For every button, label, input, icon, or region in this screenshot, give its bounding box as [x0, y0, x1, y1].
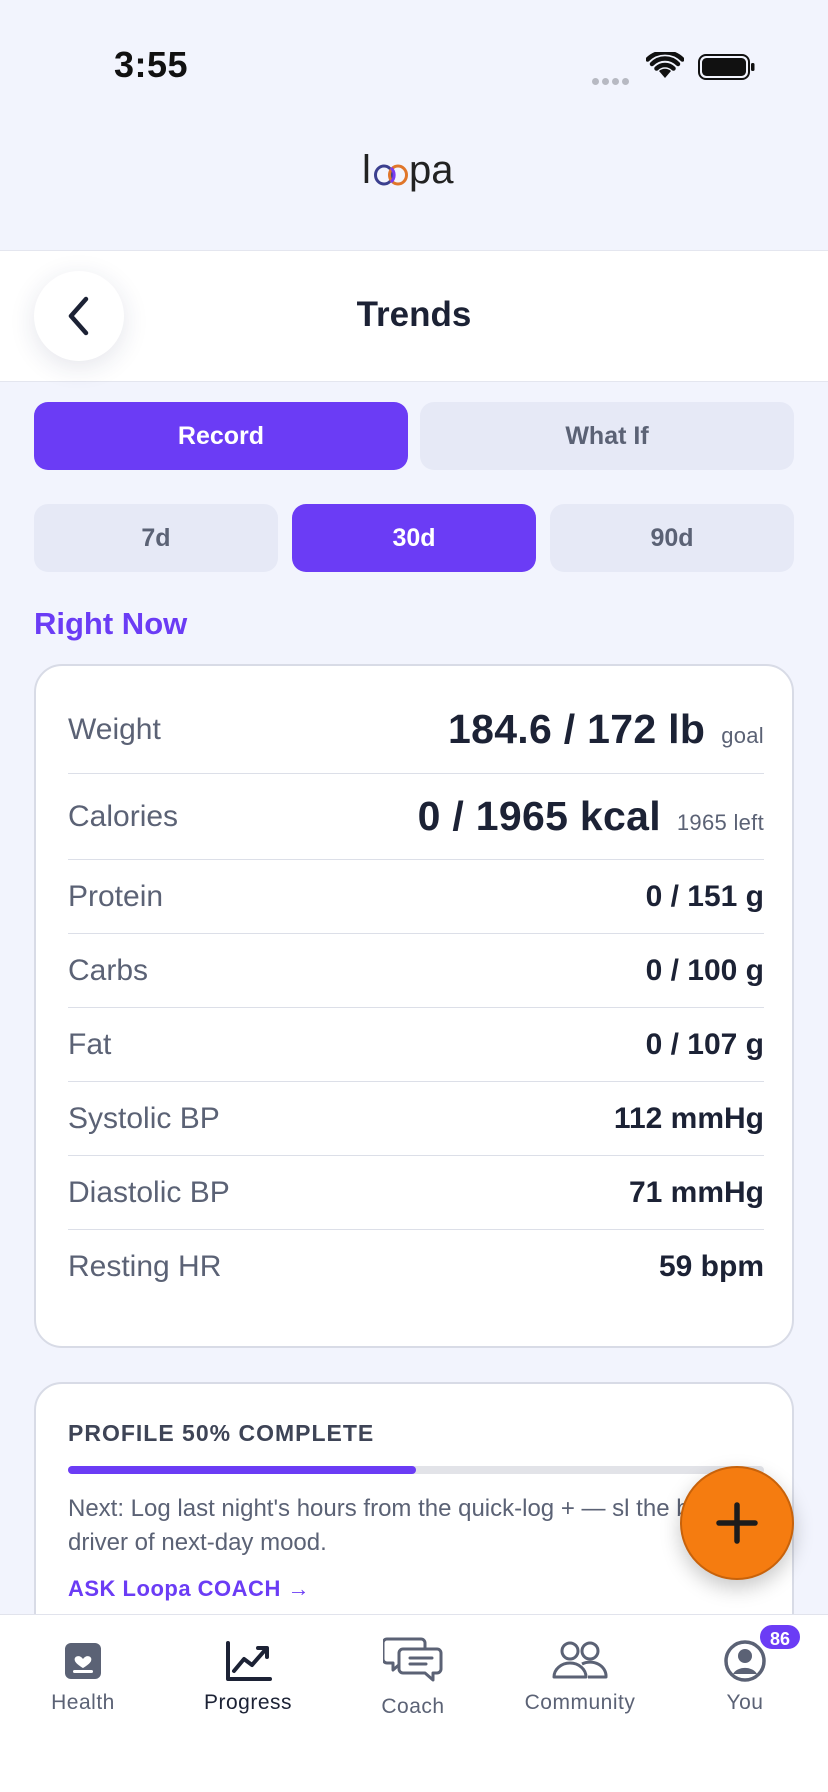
- tab-label: Coach: [381, 1695, 445, 1718]
- metric-value: 59 bpm: [658, 1250, 764, 1283]
- metric-row-resting-hr: Resting HR 59 bpm: [68, 1230, 764, 1304]
- metric-label: Calories: [68, 799, 179, 833]
- metrics-card: Weight 184.6 / 172 lb goal Calories 0 / 1…: [34, 664, 794, 1348]
- metric-label: Systolic BP: [68, 1101, 220, 1135]
- metric-label: Resting HR: [68, 1250, 222, 1283]
- metric-value: 112 mmHg: [613, 1101, 764, 1135]
- app-logo: l pa loopa: [0, 148, 828, 211]
- tab-coach[interactable]: Coach: [330, 1615, 496, 1745]
- metric-value-text: 184.6 / 172 lb: [447, 706, 706, 752]
- notification-badge: 86: [758, 1623, 802, 1651]
- metric-row-diastolic-bp: Diastolic BP 71 mmHg: [68, 1156, 764, 1230]
- tab-record[interactable]: Record: [34, 402, 408, 470]
- metric-value: 0 / 151 g: [645, 879, 764, 913]
- metric-row-protein: Protein 0 / 151 g: [68, 860, 764, 934]
- health-icon: [65, 1643, 101, 1679]
- status-bar: 3:55: [0, 0, 828, 130]
- loopa-logo-icon: l pa: [362, 148, 454, 192]
- community-icon: [552, 1641, 608, 1679]
- ask-coach-link[interactable]: ASK Loopa COACH →: [68, 1576, 310, 1602]
- plus-icon: [716, 1502, 758, 1544]
- tab-label: You: [726, 1691, 764, 1714]
- svg-text:pa: pa: [409, 150, 454, 192]
- metric-label: Protein: [68, 879, 164, 913]
- profile-next-text: Next: Log last night's hours from the qu…: [68, 1495, 754, 1556]
- quick-log-add-button[interactable]: [680, 1466, 794, 1580]
- metric-label: Carbs: [68, 953, 149, 987]
- tab-community[interactable]: Community: [497, 1615, 663, 1745]
- metric-label: Diastolic BP: [68, 1175, 230, 1209]
- metric-value: 0 / 1965 kcal 1965 left: [418, 793, 764, 840]
- metric-label: Weight: [68, 712, 161, 746]
- metric-row-fat: Fat 0 / 107 g: [68, 1008, 764, 1082]
- section-title-right-now: Right Now: [34, 606, 188, 641]
- metric-value: 0 / 107 g: [645, 1027, 764, 1061]
- page-title: Trends: [356, 295, 472, 334]
- status-time: 3:55: [114, 44, 189, 85]
- metric-sub: goal: [721, 723, 764, 748]
- metric-sub: 1965 left: [676, 810, 764, 835]
- profile-progress-bar: [68, 1466, 764, 1474]
- coach-chat-icon: [383, 1637, 443, 1682]
- metric-row-carbs: Carbs 0 / 100 g: [68, 934, 764, 1008]
- bottom-tab-bar: Health Progress Coach Community 86 You: [0, 1614, 828, 1792]
- tab-label: Progress: [203, 1691, 293, 1714]
- page-header: Trends: [0, 250, 828, 382]
- tab-health[interactable]: Health: [0, 1615, 166, 1745]
- metric-row-systolic-bp: Systolic BP 112 mmHg: [68, 1082, 764, 1156]
- wifi-icon: [646, 52, 684, 78]
- svg-text:l: l: [362, 150, 371, 192]
- metric-value: 0 / 100 g: [645, 953, 764, 987]
- metric-label: Fat: [68, 1027, 112, 1061]
- tab-label: Health: [51, 1691, 115, 1714]
- metric-value-text: 0 / 1965 kcal: [417, 793, 661, 839]
- metric-value: 184.6 / 172 lb goal: [448, 706, 764, 753]
- metric-row-weight: Weight 184.6 / 172 lb goal: [68, 686, 764, 774]
- progress-chart-icon: [226, 1641, 272, 1681]
- battery-icon: [698, 54, 755, 80]
- profile-progress-fill: [68, 1466, 416, 1474]
- range-90d[interactable]: 90d: [550, 504, 794, 572]
- profile-title: PROFILE 50% COMPLETE: [68, 1420, 375, 1446]
- range-7d[interactable]: 7d: [34, 504, 278, 572]
- tab-what-if[interactable]: What If: [420, 402, 794, 470]
- range-30d[interactable]: 30d: [292, 504, 536, 572]
- metric-value: 71 mmHg: [628, 1175, 764, 1209]
- tab-you[interactable]: 86 You: [662, 1615, 828, 1745]
- tab-progress[interactable]: Progress: [165, 1615, 331, 1745]
- metric-row-calories: Calories 0 / 1965 kcal 1965 left: [68, 774, 764, 860]
- signal-icon: [592, 72, 632, 90]
- tab-label: Community: [524, 1691, 636, 1714]
